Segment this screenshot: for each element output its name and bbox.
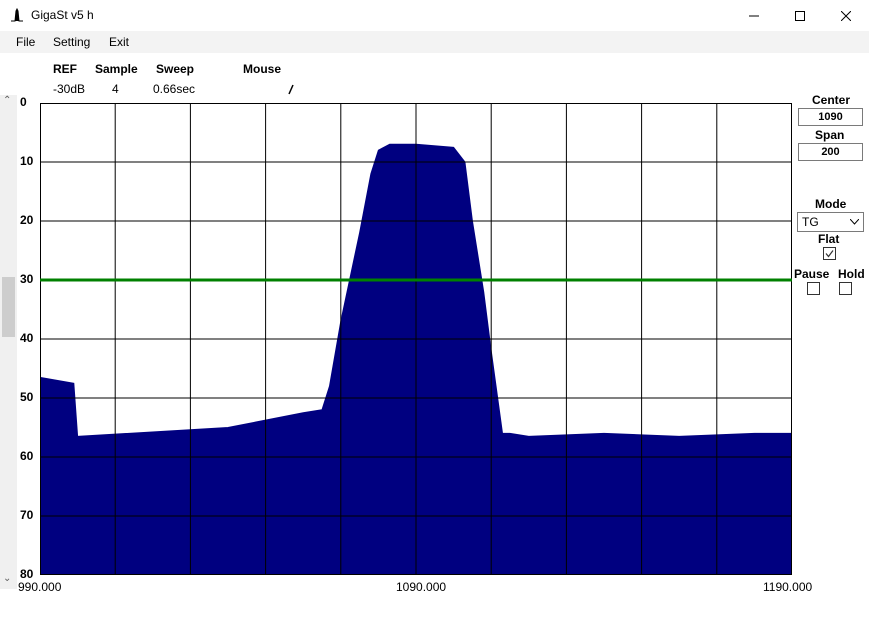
check-icon	[825, 250, 834, 258]
close-icon	[841, 10, 851, 21]
menu-file[interactable]: File	[16, 35, 35, 49]
app-spectrum-icon	[11, 8, 23, 22]
chevron-down-icon	[850, 219, 859, 225]
minimize-button[interactable]	[731, 0, 777, 31]
y-tick-label: 40	[20, 331, 34, 345]
minimize-icon	[749, 15, 759, 16]
y-tick-label: 0	[20, 95, 27, 109]
menu-exit[interactable]: Exit	[109, 35, 129, 49]
maximize-icon	[795, 10, 805, 21]
menu-bar: File Setting Exit	[0, 31, 869, 53]
maximize-button[interactable]	[777, 0, 823, 31]
x-tick-label: 1090.000	[396, 580, 447, 594]
scroll-up-icon[interactable]: ⌃	[3, 95, 11, 106]
span-input[interactable]: 200	[798, 143, 863, 161]
center-input[interactable]: 1090	[798, 108, 863, 126]
y-tick-label: 50	[20, 390, 34, 404]
y-tick-label: 60	[20, 449, 34, 463]
vertical-scrollbar[interactable]: ⌃ ⌄	[0, 95, 17, 589]
flat-checkbox[interactable]	[823, 247, 836, 260]
mode-label: Mode	[815, 197, 847, 211]
hold-checkbox[interactable]	[839, 282, 852, 295]
mouse-position-marker	[288, 84, 294, 95]
pause-checkbox[interactable]	[807, 282, 820, 295]
ref-value: -30dB	[53, 82, 86, 96]
pause-label: Pause	[794, 267, 830, 281]
y-tick-label: 80	[20, 567, 34, 581]
flat-label: Flat	[818, 232, 840, 246]
y-tick-label: 70	[20, 508, 34, 522]
y-tick-label: 30	[20, 272, 34, 286]
center-label: Center	[812, 93, 851, 107]
sample-label: Sample	[95, 62, 138, 76]
hold-label: Hold	[838, 267, 865, 281]
title-bar: GigaSt v5 h	[0, 0, 869, 31]
sweep-label: Sweep	[156, 62, 195, 76]
close-button[interactable]	[823, 0, 869, 31]
mode-value: TG	[802, 215, 819, 229]
x-tick-label: 990.000	[18, 580, 62, 594]
y-tick-label: 10	[20, 154, 34, 168]
window-title: GigaSt v5 h	[31, 8, 94, 22]
spectrum-plot[interactable]	[40, 103, 792, 575]
ref-label: REF	[53, 62, 77, 76]
sweep-value: 0.66sec	[153, 82, 196, 96]
scroll-down-icon[interactable]: ⌄	[3, 573, 11, 584]
x-tick-label: 1190.000	[763, 580, 813, 594]
y-tick-label: 20	[20, 213, 34, 227]
scrollbar-thumb[interactable]	[2, 277, 15, 337]
mouse-label: Mouse	[243, 62, 282, 76]
sample-value: 4	[112, 82, 119, 96]
mode-select[interactable]: TG	[797, 212, 864, 232]
menu-setting[interactable]: Setting	[53, 35, 90, 49]
span-label: Span	[815, 128, 845, 142]
